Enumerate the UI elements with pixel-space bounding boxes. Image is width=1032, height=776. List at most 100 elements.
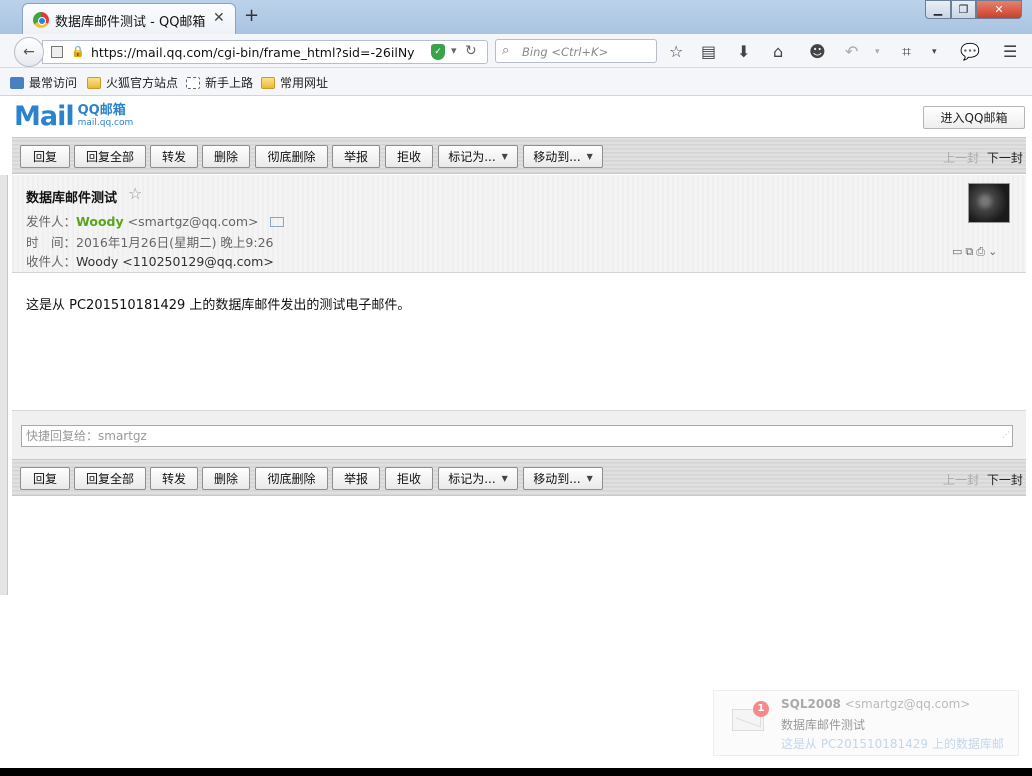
crop-screenshot-icon[interactable]: ⌗ bbox=[902, 42, 911, 62]
bookmark-label: 常用网址 bbox=[280, 76, 329, 90]
bookmark-getting-started[interactable]: 新手上路 bbox=[186, 74, 253, 91]
bookmarks-bar: 最常访问 火狐官方站点 新手上路 常用网址 bbox=[0, 68, 1032, 96]
time-value: 2016年1月26日(星期二) 晚上9:26 bbox=[76, 235, 274, 250]
sender-name[interactable]: Woody bbox=[76, 214, 124, 229]
note-icon[interactable]: ▭ bbox=[952, 245, 962, 259]
smiley-icon[interactable]: ☻ bbox=[809, 42, 826, 61]
mail-toolbar-bottom: 回复 回复全部 转发 删除 彻底删除 举报 拒收 标记为... ▼ 移动到...… bbox=[12, 459, 1026, 496]
qq-mail-favicon-icon bbox=[33, 12, 49, 28]
tab-close-icon[interactable]: ✕ bbox=[213, 10, 225, 26]
delete-permanently-button[interactable]: 彻底删除 bbox=[255, 467, 328, 490]
page-icon bbox=[186, 76, 200, 89]
home-icon[interactable]: ⌂ bbox=[773, 42, 783, 61]
search-icon: ⌕ bbox=[502, 43, 510, 58]
chevron-down-icon: ▼ bbox=[586, 474, 593, 483]
notification-from-name: SQL2008 bbox=[781, 697, 841, 711]
reply-button[interactable]: 回复 bbox=[20, 467, 70, 490]
unread-count-badge: 1 bbox=[753, 701, 769, 717]
to-label: 收件人： bbox=[26, 254, 77, 269]
minimize-icon[interactable]: ▁ bbox=[925, 0, 951, 19]
quick-reply-input[interactable]: 快捷回复给：smartgz ⋰ bbox=[21, 425, 1013, 447]
restore-icon[interactable]: ❐ bbox=[951, 0, 976, 19]
new-mail-notification[interactable]: 1 SQL2008 <smartgz@qq.com> 数据库邮件测试 这是从 P… bbox=[713, 690, 1019, 756]
move-to-dropdown[interactable]: 移动到... ▼ bbox=[523, 145, 603, 168]
notification-subject: 数据库邮件测试 bbox=[781, 718, 866, 732]
recipient-value: Woody <110250129@qq.com> bbox=[76, 254, 274, 269]
prev-mail-link[interactable]: 上一封 bbox=[943, 473, 979, 487]
time-row: 时 间：2016年1月26日(星期二) 晚上9:26 bbox=[26, 232, 273, 251]
undo-icon[interactable]: ↶ bbox=[845, 42, 858, 61]
report-button[interactable]: 举报 bbox=[332, 467, 380, 490]
url-bar[interactable]: 🔒 https://mail.qq.com/cgi-bin/frame_html… bbox=[42, 40, 488, 64]
search-input[interactable]: ⌕ Bing <Ctrl+K> bbox=[495, 39, 657, 63]
delete-button[interactable]: 删除 bbox=[202, 467, 250, 490]
back-button[interactable]: ← bbox=[14, 37, 44, 67]
url-dropdown-icon[interactable]: ▾ bbox=[451, 44, 457, 57]
report-button[interactable]: 举报 bbox=[332, 145, 380, 168]
resize-handle-icon[interactable]: ⋰ bbox=[1002, 425, 1010, 445]
bookmark-common-sites[interactable]: 常用网址 bbox=[261, 74, 328, 91]
notification-sender: SQL2008 <smartgz@qq.com> bbox=[781, 697, 970, 711]
tab-title: 数据库邮件测试 - QQ邮箱 bbox=[55, 15, 206, 30]
move-to-label: 移动到... bbox=[533, 150, 581, 164]
left-frame-edge bbox=[0, 175, 8, 595]
mark-as-label: 标记为... bbox=[448, 150, 496, 164]
reload-icon[interactable]: ↻ bbox=[465, 43, 477, 59]
reply-all-button[interactable]: 回复全部 bbox=[74, 145, 146, 168]
shield-icon[interactable]: ✓ bbox=[431, 44, 445, 60]
pager: 上一封 下一封 bbox=[943, 471, 1023, 488]
next-mail-link[interactable]: 下一封 bbox=[987, 473, 1023, 487]
bookmark-star-icon[interactable]: ☆ bbox=[669, 42, 683, 61]
notification-from-email: <smartgz@qq.com> bbox=[844, 697, 971, 711]
sender-avatar[interactable] bbox=[968, 183, 1010, 223]
reject-button[interactable]: 拒收 bbox=[385, 145, 433, 168]
mail-subject: 数据库邮件测试 bbox=[26, 191, 118, 206]
reply-button[interactable]: 回复 bbox=[20, 145, 70, 168]
next-mail-link[interactable]: 下一封 bbox=[987, 151, 1023, 165]
move-to-label: 移动到... bbox=[533, 472, 581, 486]
browser-tab[interactable]: 数据库邮件测试 - QQ邮箱 ✕ bbox=[22, 3, 236, 34]
close-window-icon[interactable]: ✕ bbox=[976, 0, 1022, 19]
enter-qq-mail-button[interactable]: 进入QQ邮箱 bbox=[923, 106, 1025, 129]
mail-toolbar-top: 回复 回复全部 转发 删除 彻底删除 举报 拒收 标记为... ▼ 移动到...… bbox=[12, 137, 1026, 174]
download-icon[interactable]: ⬇ bbox=[737, 42, 750, 61]
logo-brand-name: QQ邮箱 bbox=[77, 103, 126, 118]
reading-list-icon[interactable]: ▤ bbox=[701, 42, 716, 61]
mail-body: 这是从 PC201510181429 上的数据库邮件发出的测试电子邮件。 bbox=[26, 298, 411, 313]
qq-mail-logo[interactable]: Mail QQ邮箱 mail.qq.com bbox=[14, 103, 133, 131]
contact-card-icon[interactable] bbox=[270, 217, 285, 227]
mail-header: 数据库邮件测试 ☆ 发件人：Woody <smartgz@qq.com> 时 间… bbox=[12, 175, 1026, 273]
print-icon[interactable]: ⎙ bbox=[976, 245, 985, 259]
chevron-down-icon: ▼ bbox=[501, 152, 508, 161]
mark-as-dropdown[interactable]: 标记为... ▼ bbox=[438, 145, 518, 168]
reply-all-button[interactable]: 回复全部 bbox=[74, 467, 146, 490]
bookmark-firefox-site[interactable]: 火狐官方站点 bbox=[87, 74, 178, 91]
forward-button[interactable]: 转发 bbox=[150, 467, 198, 490]
site-identity-icon[interactable] bbox=[51, 46, 63, 58]
bookmark-label: 最常访问 bbox=[29, 76, 78, 90]
folder-icon bbox=[261, 76, 275, 89]
more-chevron-down-icon[interactable]: ⌄ bbox=[988, 245, 997, 259]
lock-icon[interactable]: 🔒 bbox=[71, 45, 85, 58]
new-tab-icon[interactable]: + bbox=[244, 5, 259, 26]
star-icon[interactable]: ☆ bbox=[128, 184, 142, 203]
move-to-dropdown[interactable]: 移动到... ▼ bbox=[523, 467, 603, 490]
reject-button[interactable]: 拒收 bbox=[385, 467, 433, 490]
quick-reply-placeholder: 快捷回复给：smartgz bbox=[26, 429, 147, 443]
url-text[interactable]: https://mail.qq.com/cgi-bin/frame_html?s… bbox=[91, 45, 415, 60]
bookmark-most-visited[interactable]: 最常访问 bbox=[10, 74, 77, 91]
bookmark-label: 新手上路 bbox=[205, 76, 254, 90]
delete-button[interactable]: 删除 bbox=[202, 145, 250, 168]
menu-icon[interactable]: ☰ bbox=[1003, 42, 1017, 61]
prev-mail-link[interactable]: 上一封 bbox=[943, 151, 979, 165]
mail-page: Mail QQ邮箱 mail.qq.com 进入QQ邮箱 回复 回复全部 转发 … bbox=[0, 97, 1032, 768]
mark-as-dropdown[interactable]: 标记为... ▼ bbox=[438, 467, 518, 490]
save-to-folder-icon[interactable]: ⧉ bbox=[965, 245, 973, 259]
undo-dropdown-icon[interactable]: ▾ bbox=[875, 47, 880, 57]
screenshot-dropdown-icon[interactable]: ▾ bbox=[932, 47, 937, 57]
forward-button[interactable]: 转发 bbox=[150, 145, 198, 168]
chat-icon[interactable]: 💬 bbox=[960, 42, 980, 61]
bookmark-label: 火狐官方站点 bbox=[106, 76, 179, 90]
delete-permanently-button[interactable]: 彻底删除 bbox=[255, 145, 328, 168]
chevron-down-icon: ▼ bbox=[501, 474, 508, 483]
